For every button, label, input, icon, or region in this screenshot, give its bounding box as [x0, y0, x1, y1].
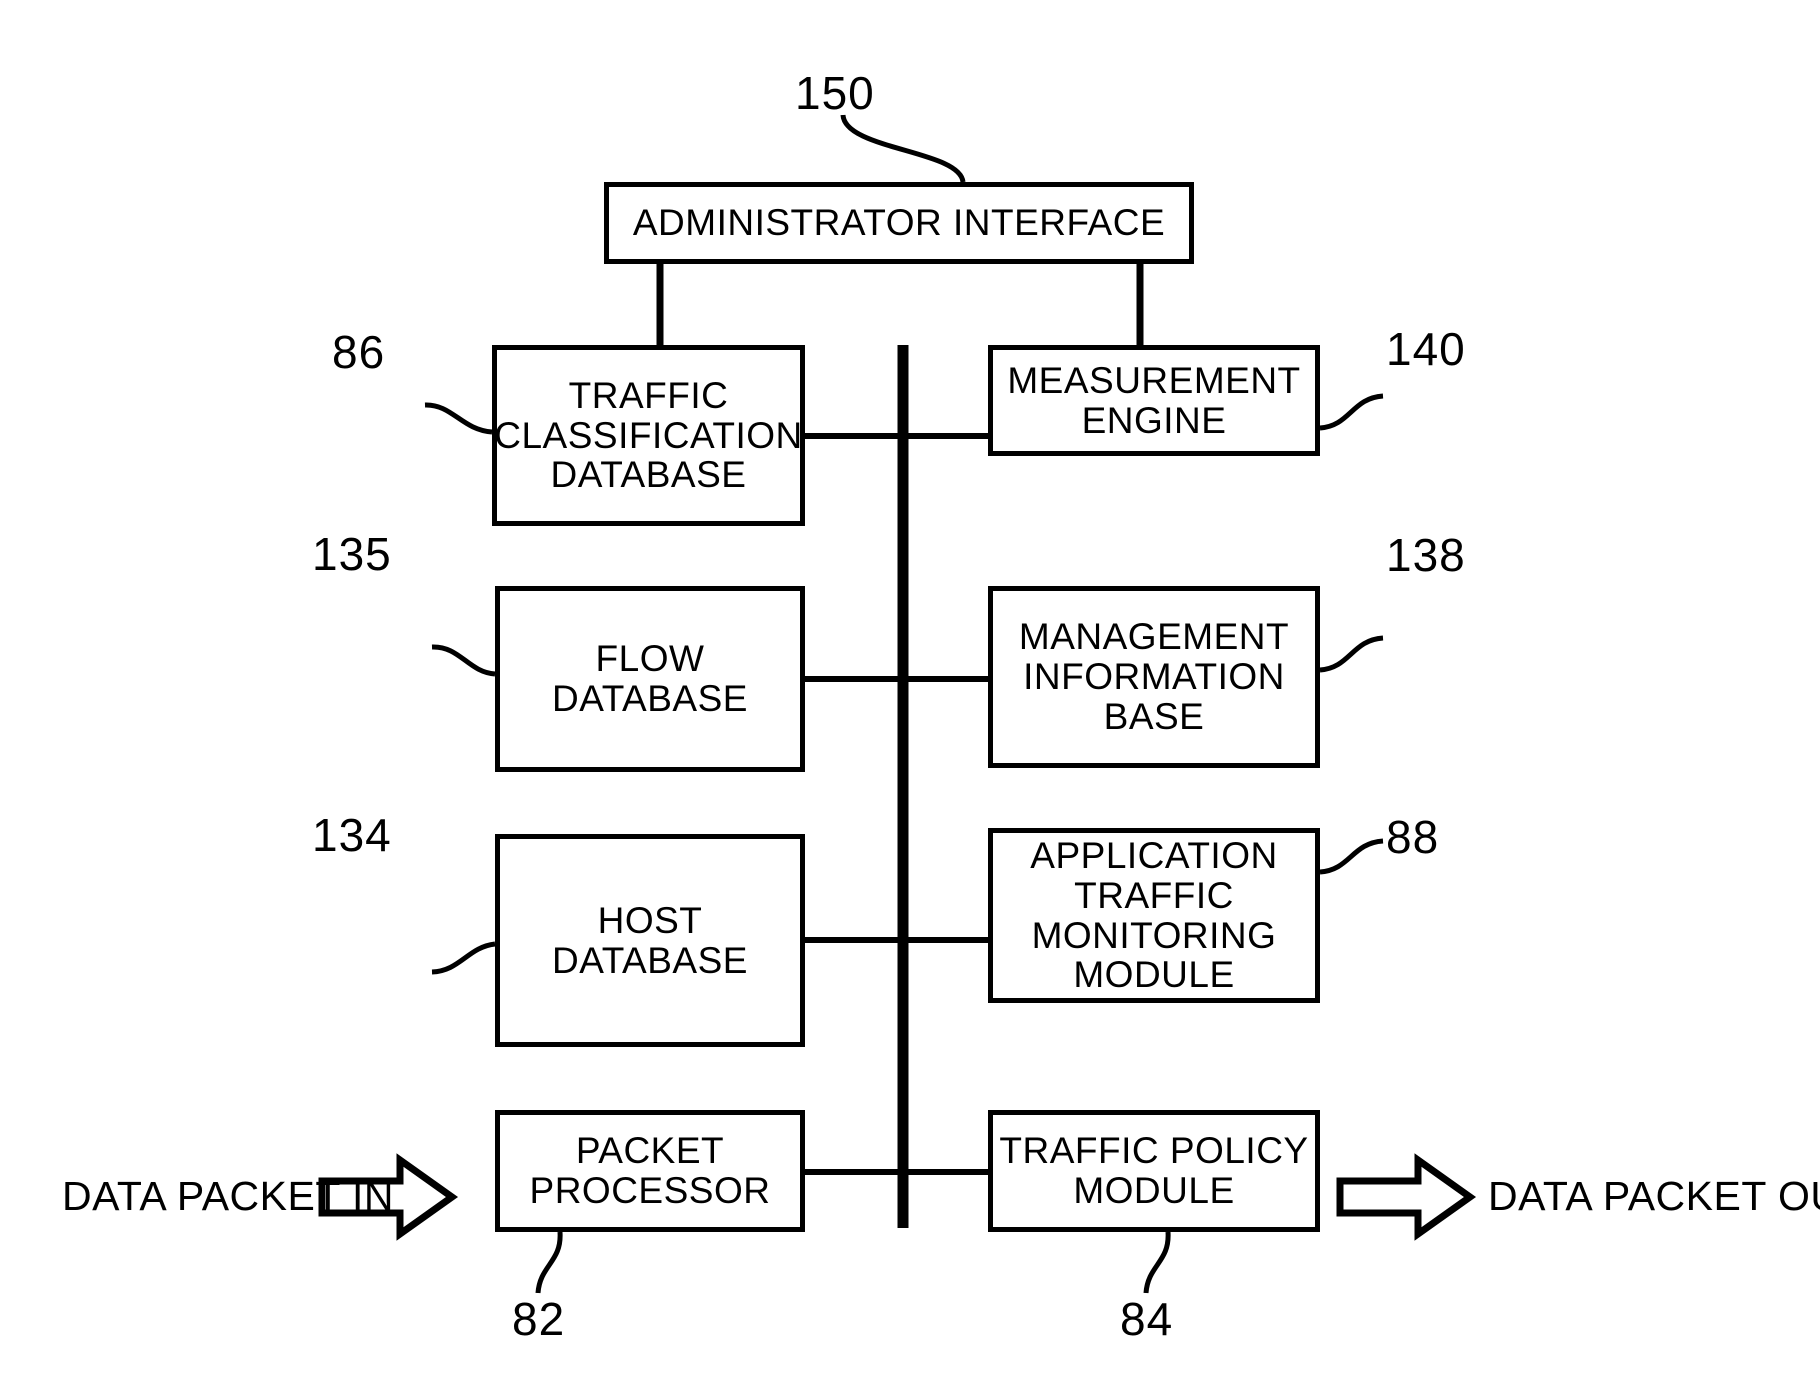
application-traffic-monitoring-module-box[interactable]: APPLICATION TRAFFIC MONITORING MODULE [988, 828, 1320, 1003]
figure-canvas: ADMINISTRATOR INTERFACE TRAFFIC CLASSIFI… [0, 0, 1820, 1387]
traffic-policy-module-box[interactable]: TRAFFIC POLICY MODULE [988, 1110, 1320, 1232]
packet-processor-label: PACKET PROCESSOR [529, 1130, 771, 1211]
application-traffic-monitoring-module-label: APPLICATION TRAFFIC MONITORING MODULE [1030, 834, 1278, 996]
leader-134 [431, 941, 496, 975]
leader-135 [431, 644, 496, 677]
ref-num-88: 88 [1386, 811, 1440, 863]
ref-num-138: 138 [1386, 529, 1466, 581]
administrator-interface-label: ADMINISTRATOR INTERFACE [632, 202, 1166, 244]
ref-num-134: 134 [312, 809, 392, 861]
leader-86 [424, 402, 493, 435]
ref-num-150: 150 [795, 67, 875, 119]
leader-140 [1319, 393, 1384, 431]
administrator-interface-box[interactable]: ADMINISTRATOR INTERFACE [604, 182, 1194, 264]
ref-num-82: 82 [512, 1293, 566, 1345]
ref-num-84: 84 [1120, 1293, 1174, 1345]
host-database-box[interactable]: HOST DATABASE [495, 834, 805, 1047]
measurement-engine-label: MEASUREMENT ENGINE [1007, 359, 1301, 441]
traffic-classification-database-box[interactable]: TRAFFIC CLASSIFICATION DATABASE [492, 345, 805, 526]
management-information-base-label: MANAGEMENT INFORMATION BASE [1018, 616, 1290, 737]
traffic-classification-database-label: TRAFFIC CLASSIFICATION DATABASE [494, 374, 803, 496]
ref-num-140: 140 [1386, 323, 1466, 375]
data-packet-out-arrow [1336, 1153, 1477, 1241]
leader-150 [840, 114, 966, 183]
leader-82 [535, 1231, 563, 1294]
leader-84 [1143, 1231, 1171, 1294]
data-packet-in-label: DATA PACKET IN [62, 1173, 395, 1219]
host-database-label: HOST DATABASE [552, 899, 748, 981]
leader-138 [1319, 635, 1384, 673]
flow-database-box[interactable]: FLOW DATABASE [495, 586, 805, 772]
measurement-engine-box[interactable]: MEASUREMENT ENGINE [988, 345, 1320, 456]
flow-database-label: FLOW DATABASE [552, 638, 748, 719]
ref-num-135: 135 [312, 528, 392, 580]
traffic-policy-module-label: TRAFFIC POLICY MODULE [999, 1130, 1309, 1211]
packet-processor-box[interactable]: PACKET PROCESSOR [495, 1110, 805, 1232]
data-packet-out-label: DATA PACKET OUT [1488, 1173, 1820, 1219]
management-information-base-box[interactable]: MANAGEMENT INFORMATION BASE [988, 586, 1320, 768]
leader-88 [1319, 838, 1384, 875]
ref-num-86: 86 [332, 326, 386, 378]
